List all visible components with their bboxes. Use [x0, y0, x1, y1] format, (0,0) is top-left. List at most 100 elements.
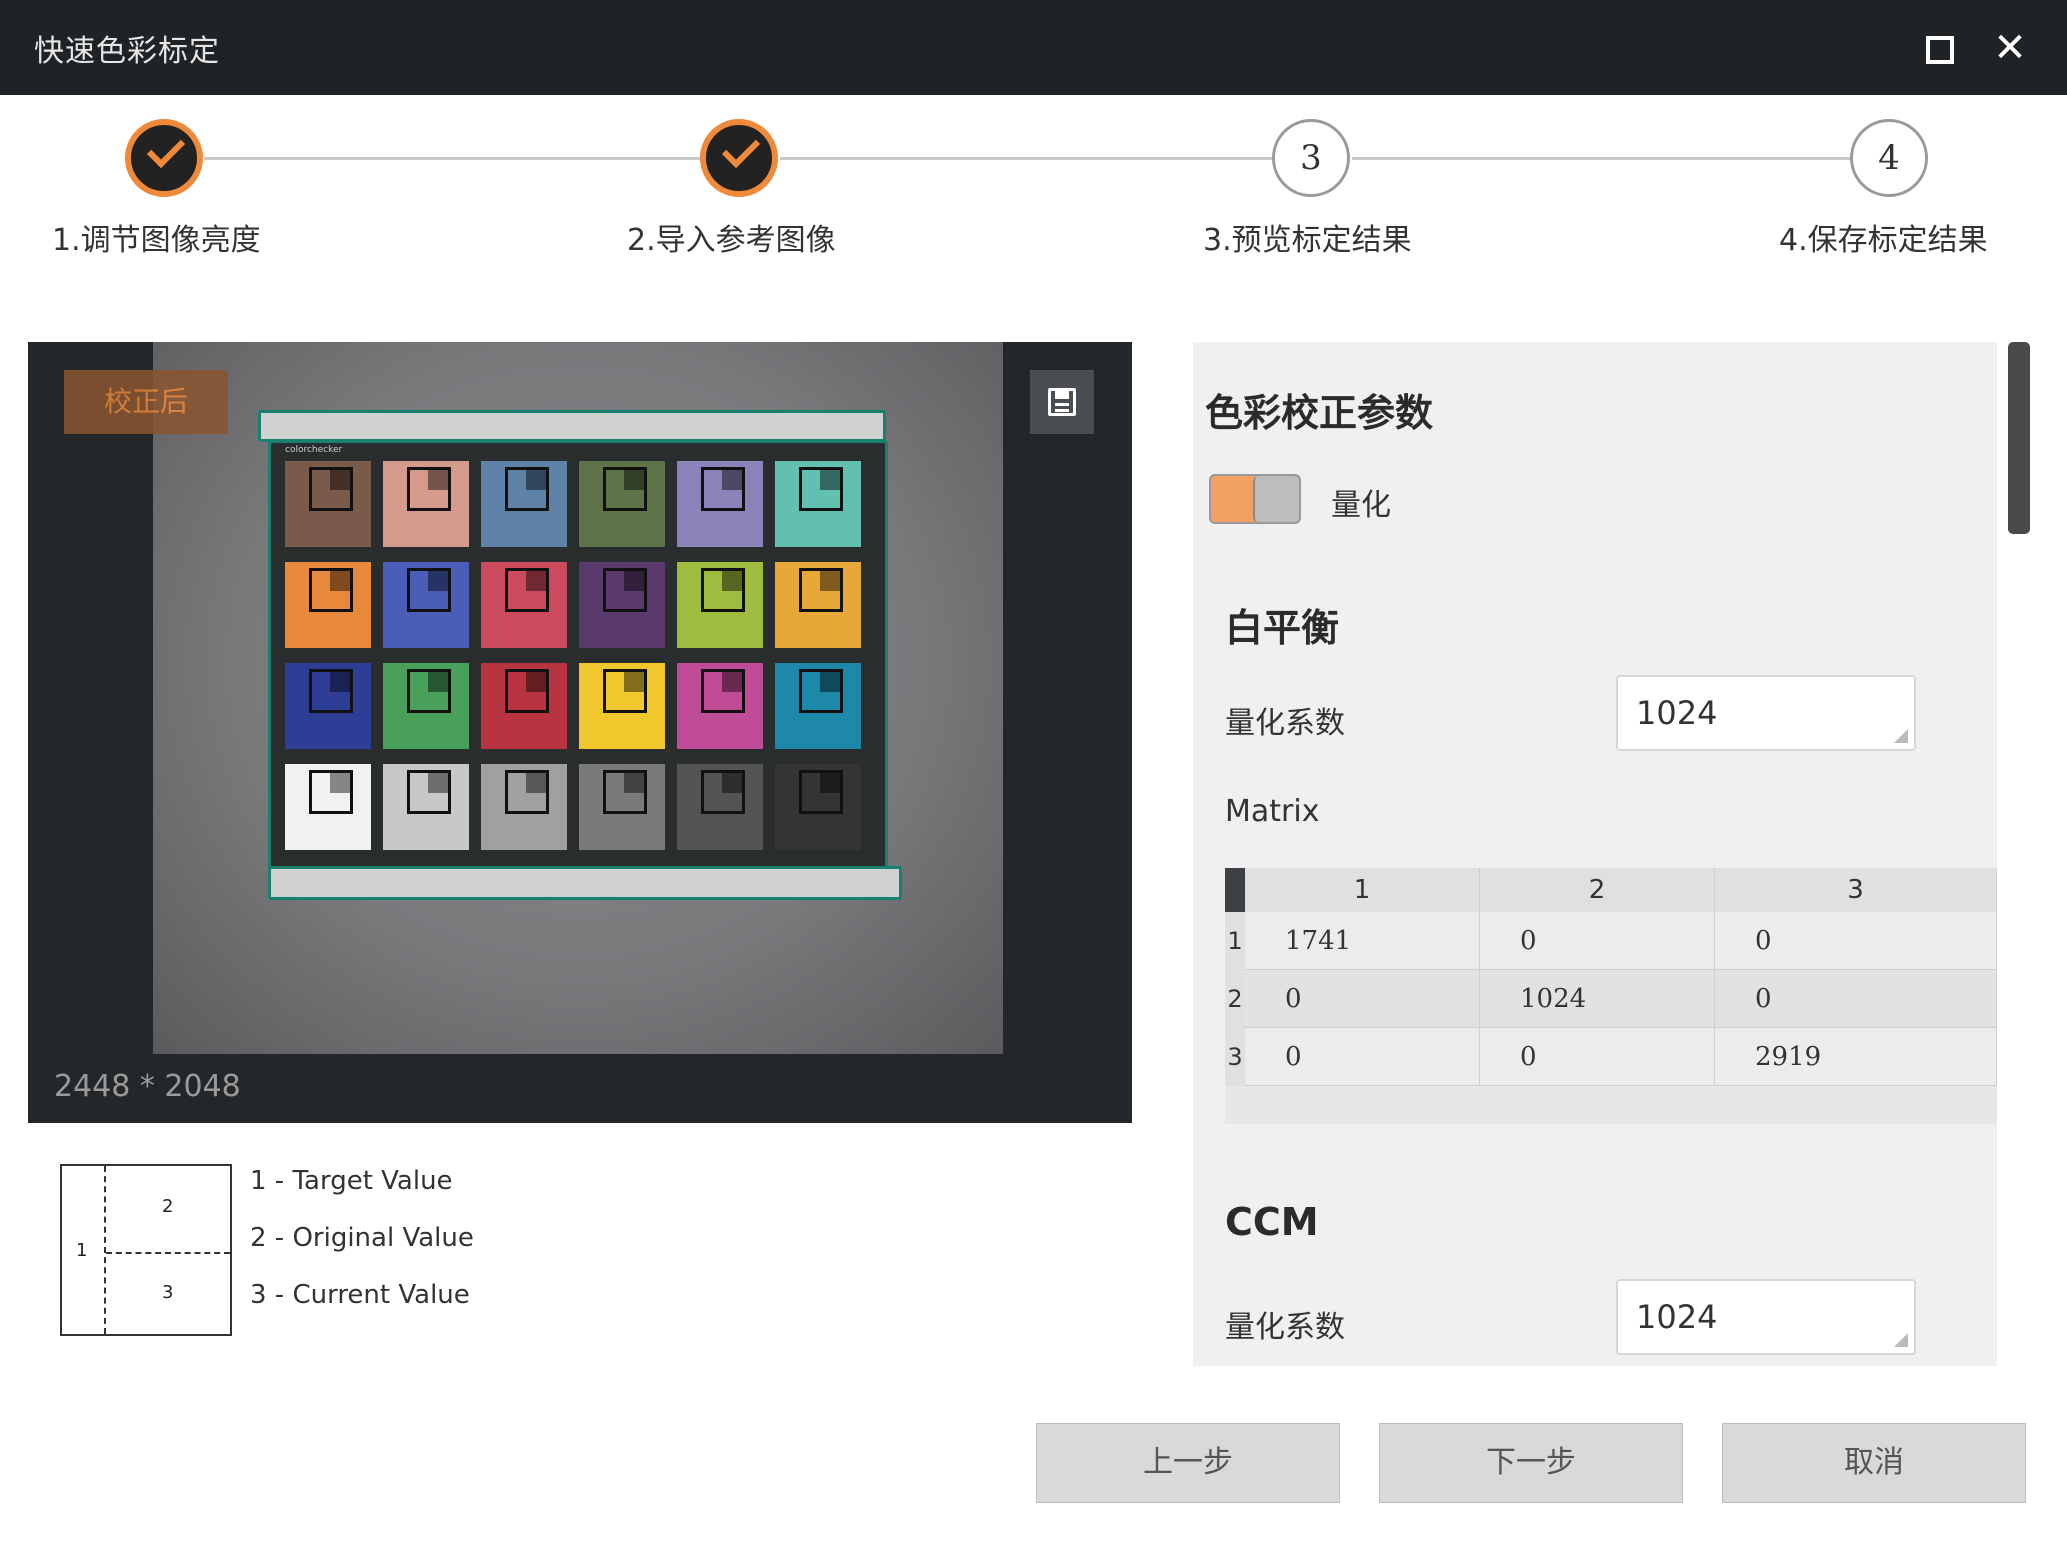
- patch-original-value: [330, 773, 350, 793]
- window-title: 快速色彩标定: [34, 34, 220, 69]
- patch-compare-box: [603, 770, 647, 814]
- patch-original-value: [722, 571, 742, 591]
- ccm-quant-input[interactable]: 1024: [1616, 1279, 1916, 1355]
- patch-compare-box: [505, 770, 549, 814]
- patch-original-value: [624, 672, 644, 692]
- legend-divider: [106, 1252, 230, 1254]
- matrix-cell[interactable]: 0: [1715, 912, 1997, 970]
- color-patch: [285, 663, 371, 749]
- color-patch: [481, 663, 567, 749]
- color-patch: [383, 663, 469, 749]
- patch-compare-box: [309, 568, 353, 612]
- next-step-button[interactable]: 下一步: [1379, 1423, 1683, 1503]
- patch-original-value: [624, 571, 644, 591]
- matrix-cell[interactable]: 0: [1715, 970, 1997, 1028]
- ccm-title: CCM: [1225, 1200, 1319, 1244]
- image-resolution: 2448 * 2048: [54, 1069, 241, 1104]
- check-icon: [721, 129, 761, 169]
- matrix-cell[interactable]: 0: [1245, 970, 1480, 1028]
- legend-divider: [104, 1166, 106, 1334]
- quantize-toggle[interactable]: [1209, 474, 1301, 524]
- checker-bottom-bar: [268, 866, 902, 900]
- legend-box-2: 2: [162, 1196, 174, 1217]
- patch-compare-box: [799, 669, 843, 713]
- matrix-cell[interactable]: 1024: [1480, 970, 1715, 1028]
- patch-original-value: [526, 571, 546, 591]
- wb-quant-value: 1024: [1636, 694, 1718, 732]
- patch-original-value: [330, 571, 350, 591]
- color-patch: [383, 764, 469, 850]
- patch-original-value: [526, 672, 546, 692]
- color-patch: [285, 461, 371, 547]
- patch-compare-box: [407, 568, 451, 612]
- legend-item: 1 - Target Value: [250, 1166, 453, 1196]
- patch-original-value: [820, 470, 840, 490]
- color-patch: [481, 461, 567, 547]
- color-patch: [383, 461, 469, 547]
- patch-compare-box: [309, 770, 353, 814]
- save-icon: [1048, 388, 1076, 416]
- patch-compare-box: [505, 568, 549, 612]
- matrix-row-header: 2: [1225, 970, 1245, 1028]
- resize-grip-icon: [1894, 729, 1908, 743]
- step-4-label: 4.保存标定结果: [1779, 223, 1988, 258]
- matrix-col-header: 2: [1480, 868, 1715, 912]
- white-balance-title: 白平衡: [1225, 606, 1340, 650]
- patch-original-value: [820, 773, 840, 793]
- patch-original-value: [330, 470, 350, 490]
- matrix-cell[interactable]: 0: [1480, 912, 1715, 970]
- patch-compare-box: [701, 467, 745, 511]
- patch-original-value: [820, 571, 840, 591]
- step-connector: [204, 157, 712, 160]
- matrix-row-header: 1: [1225, 912, 1245, 970]
- step-4-circle: 4: [1850, 119, 1928, 197]
- maximize-icon: [1926, 36, 1954, 64]
- params-scrollbar[interactable]: [2008, 342, 2030, 534]
- color-patch: [383, 562, 469, 648]
- patch-compare-box: [799, 770, 843, 814]
- patch-original-value: [624, 470, 644, 490]
- color-patch: [677, 562, 763, 648]
- step-1-label: 1.调节图像亮度: [52, 223, 261, 258]
- step-2-label: 2.导入参考图像: [627, 223, 836, 258]
- image-preview-panel: colorchecker 校正后 2448 * 2048: [28, 342, 1132, 1123]
- legend-box-3: 3: [162, 1282, 174, 1303]
- step-3-label: 3.预览标定结果: [1203, 223, 1412, 258]
- wb-quant-input[interactable]: 1024: [1616, 675, 1916, 751]
- wb-matrix-table: 1 2 3 1 2 3 1741 0 0 0 1024 0 0 0 2919: [1225, 868, 1997, 1124]
- quantize-label: 量化: [1331, 488, 1391, 523]
- params-title: 色彩校正参数: [1205, 391, 1434, 435]
- save-image-button[interactable]: [1030, 370, 1094, 434]
- step-1-circle: [125, 119, 203, 197]
- patch-compare-box: [407, 770, 451, 814]
- patch-original-value: [330, 672, 350, 692]
- color-patch: [579, 663, 665, 749]
- close-button[interactable]: ✕: [1988, 26, 2032, 70]
- toggle-knob: [1253, 476, 1299, 522]
- cancel-button[interactable]: 取消: [1722, 1423, 2026, 1503]
- matrix-cell[interactable]: 0: [1480, 1028, 1715, 1086]
- table-corner: [1225, 868, 1245, 912]
- matrix-cell[interactable]: 0: [1245, 1028, 1480, 1086]
- patch-compare-box: [309, 669, 353, 713]
- color-patch: [579, 562, 665, 648]
- patch-compare-box: [603, 669, 647, 713]
- patch-original-value: [428, 571, 448, 591]
- patch-original-value: [428, 773, 448, 793]
- patch-compare-box: [603, 568, 647, 612]
- maximize-button[interactable]: [1916, 26, 1960, 70]
- prev-step-button[interactable]: 上一步: [1036, 1423, 1340, 1503]
- step-connector: [780, 157, 1274, 160]
- matrix-cell[interactable]: 1741: [1245, 912, 1480, 970]
- color-patch: [775, 461, 861, 547]
- color-patch: [677, 764, 763, 850]
- title-bar: 快速色彩标定 ✕: [0, 0, 2067, 95]
- matrix-cell[interactable]: 2919: [1715, 1028, 1997, 1086]
- corrected-badge: 校正后: [64, 370, 228, 434]
- color-patch: [677, 663, 763, 749]
- matrix-col-header: 3: [1715, 868, 1997, 912]
- matrix-col-header: 1: [1245, 868, 1480, 912]
- stepper: 3 4 1.调节图像亮度 2.导入参考图像 3.预览标定结果 4.保存标定结果: [0, 95, 2067, 295]
- checker-top-bar: [258, 410, 886, 442]
- patch-compare-box: [701, 770, 745, 814]
